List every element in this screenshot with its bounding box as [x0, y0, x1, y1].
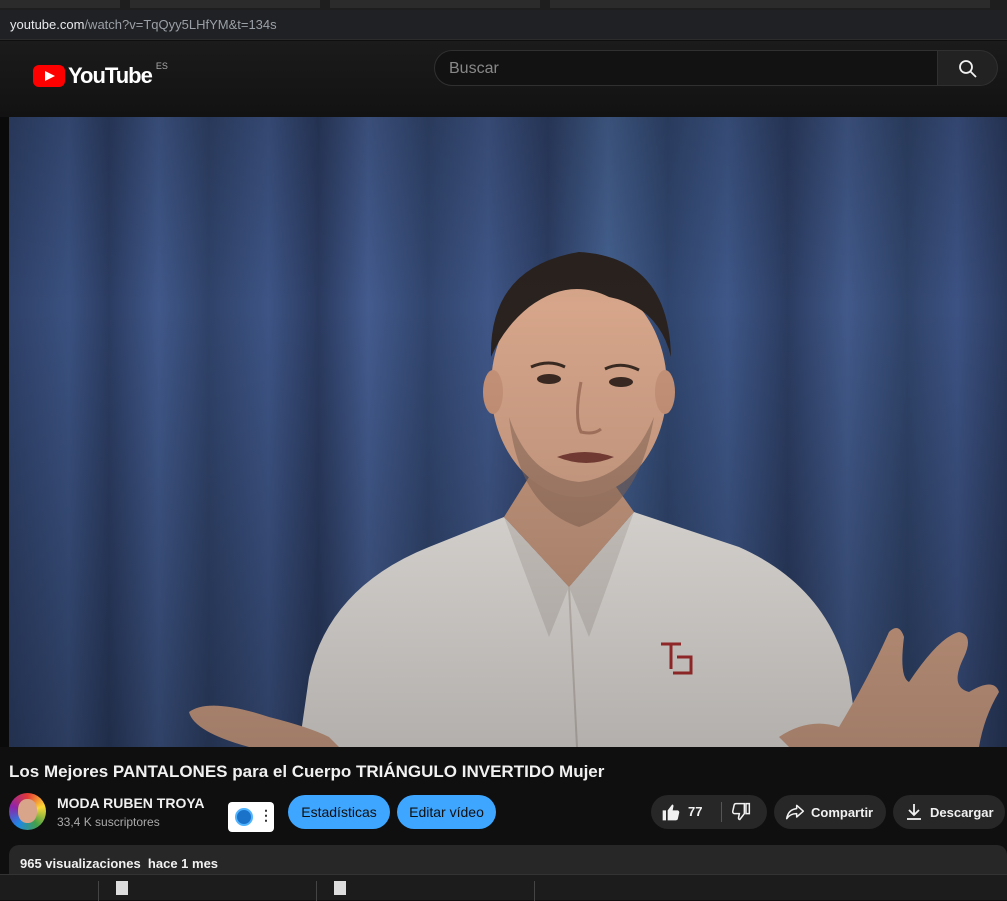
url-text[interactable]: youtube.com/watch?v=TqQyy5LHfYM&t=134s: [10, 17, 277, 32]
url-host: youtube.com: [10, 17, 85, 32]
taskbar-divider: [316, 881, 317, 901]
search-input[interactable]: Buscar: [434, 50, 938, 86]
share-icon: [785, 804, 805, 820]
search-button[interactable]: [938, 50, 998, 86]
channel-name[interactable]: MODA RUBEN TROYA: [57, 795, 205, 811]
region-code: ES: [155, 61, 168, 71]
view-count: 965 visualizaciones: [20, 856, 141, 871]
like-button[interactable]: [661, 802, 681, 825]
youtube-play-icon: [33, 65, 65, 87]
avatar-face: [18, 799, 37, 823]
like-divider: [721, 802, 722, 822]
edit-video-button[interactable]: Editar vídeo: [397, 795, 496, 829]
description-meta: 965 visualizaciones hace 1 mes: [20, 856, 218, 871]
taskbar-doc-icon[interactable]: [334, 881, 346, 895]
thumbs-up-icon: [662, 804, 680, 821]
youtube-logo-text: YouTube: [68, 63, 153, 88]
download-label: Descargar: [930, 804, 994, 820]
taskbar-divider: [534, 881, 535, 901]
video-shade: [9, 117, 1007, 747]
share-button[interactable]: Compartir: [774, 795, 886, 829]
player-edge: [0, 117, 9, 747]
stats-button-label: Estadísticas: [301, 804, 377, 820]
browser-tab[interactable]: [130, 0, 320, 8]
taskbar-doc-icon[interactable]: [116, 881, 128, 895]
url-path: /watch?v=TqQyy5LHfYM&t=134s: [84, 17, 277, 32]
stats-button[interactable]: Estadísticas: [288, 795, 390, 829]
video-title: Los Mejores PANTALONES para el Cuerpo TR…: [9, 762, 605, 781]
taskbar: [0, 874, 1007, 901]
search-icon: [959, 60, 977, 78]
more-options-icon: ⋮: [259, 807, 273, 823]
address-bar[interactable]: youtube.com/watch?v=TqQyy5LHfYM&t=134s: [0, 10, 1007, 40]
youtube-header: YouTube ES Buscar: [0, 41, 1007, 117]
search-placeholder: Buscar: [449, 60, 499, 77]
like-dislike-group: 77: [651, 795, 767, 829]
taskbar-divider: [98, 881, 99, 901]
youtube-logo[interactable]: YouTube ES: [33, 61, 168, 89]
studio-icon: [235, 808, 253, 826]
browser-tab[interactable]: [550, 0, 990, 8]
browser-tab-strip: [0, 0, 1007, 10]
upload-date: hace 1 mes: [147, 856, 219, 871]
like-count: 77: [688, 804, 703, 819]
subscriber-count: 33,4 K suscriptores: [57, 815, 160, 829]
thumbs-down-icon: [731, 802, 751, 821]
download-button[interactable]: Descargar: [893, 795, 1005, 829]
studio-button[interactable]: ⋮: [228, 802, 274, 832]
share-label: Compartir: [811, 804, 874, 820]
browser-tab[interactable]: [0, 0, 120, 8]
dislike-button[interactable]: [731, 802, 751, 825]
browser-tab[interactable]: [330, 0, 540, 8]
edit-video-label: Editar vídeo: [409, 804, 484, 820]
download-icon: [907, 804, 921, 820]
video-player[interactable]: [9, 117, 1007, 747]
channel-avatar[interactable]: [9, 793, 46, 830]
